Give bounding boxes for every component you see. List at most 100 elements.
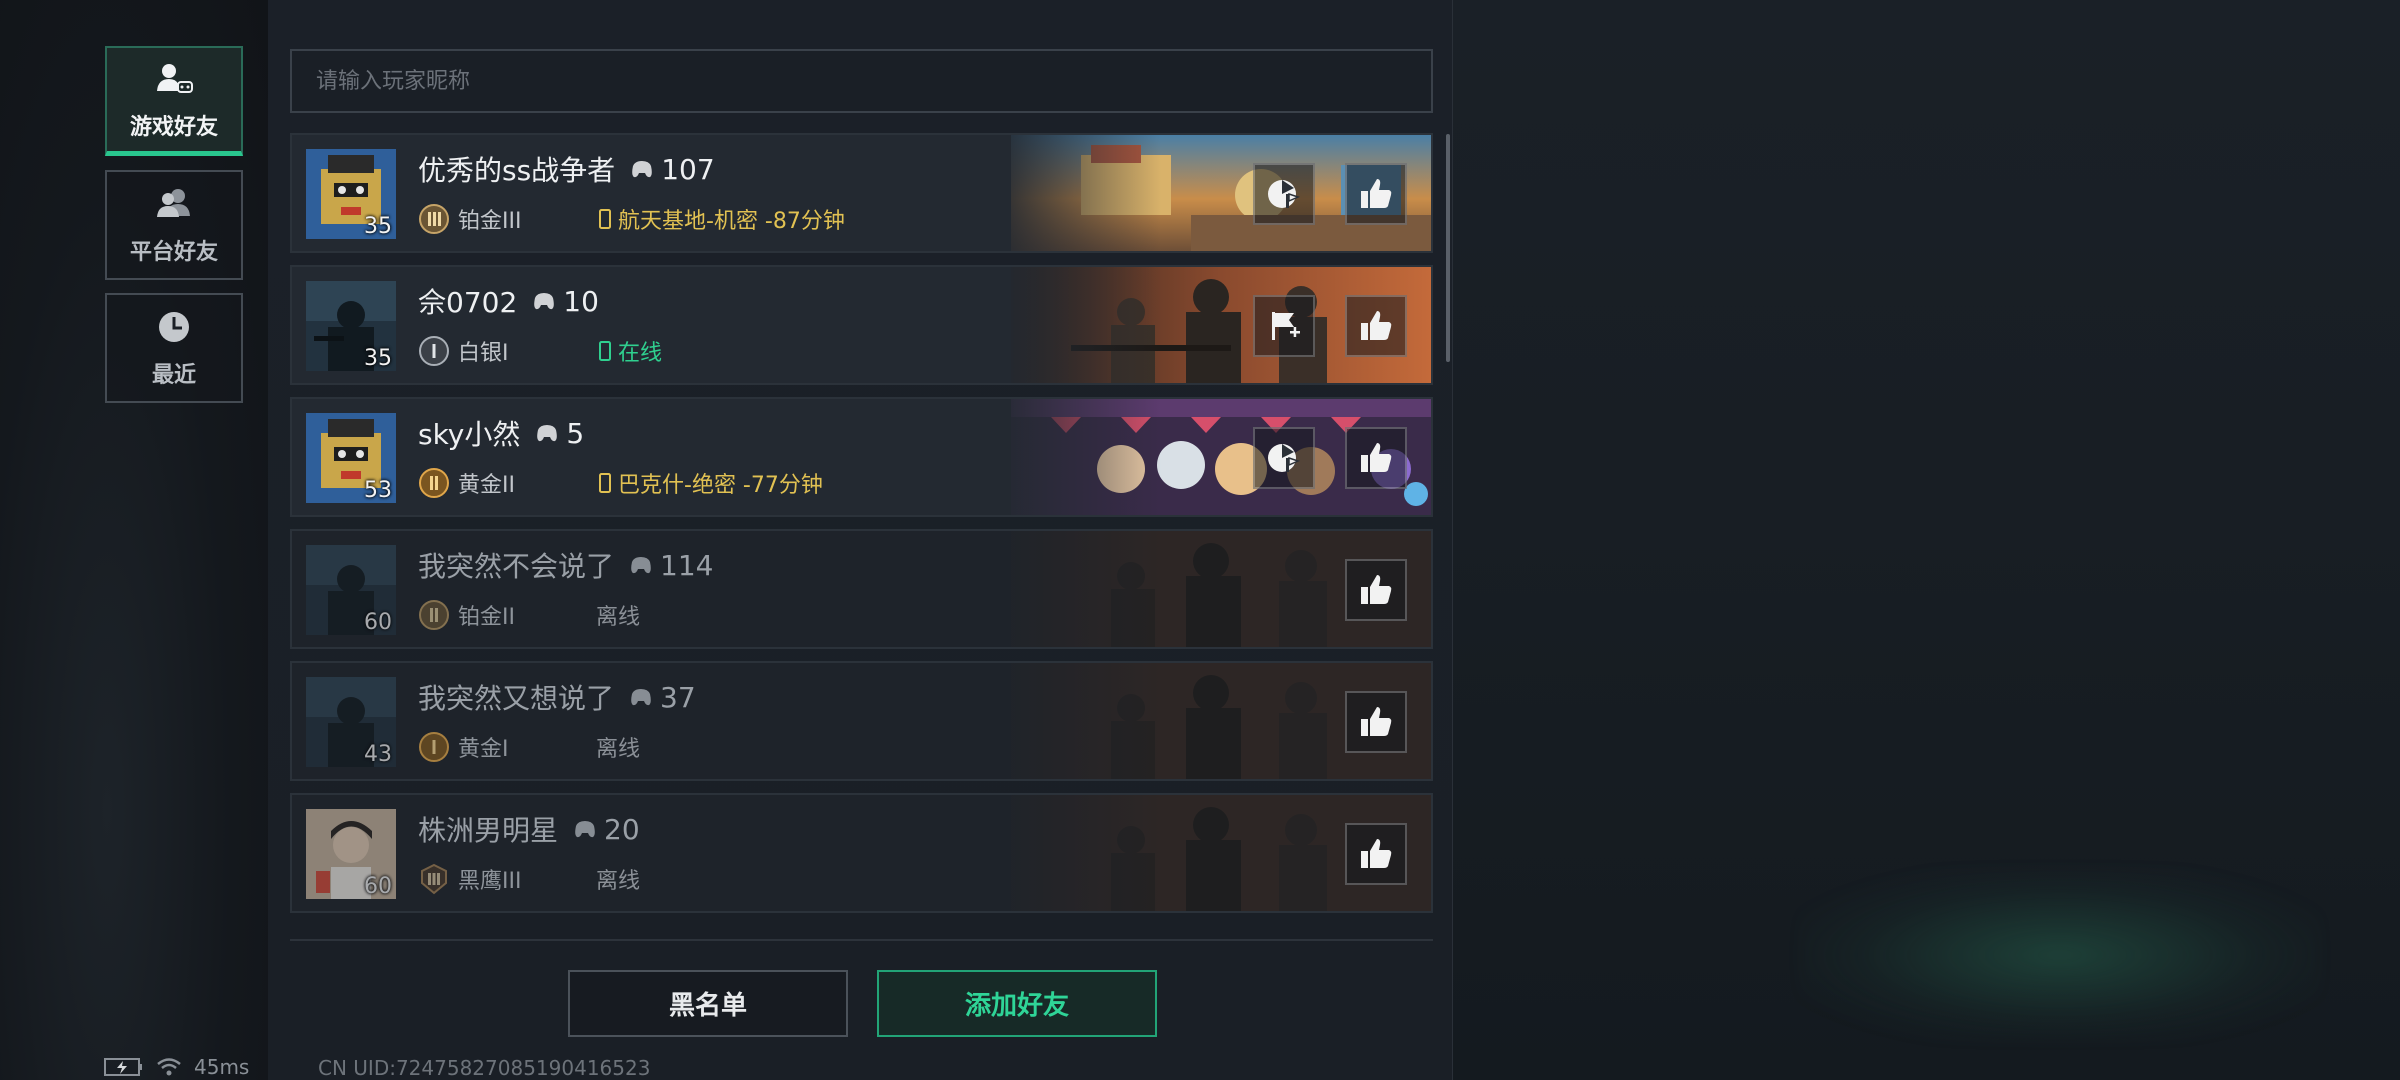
avatar-level: 60 <box>364 874 392 899</box>
banner-fade <box>991 663 1161 779</box>
friend-row[interactable]: 35 优秀的ss战争者 107 铂金III 航天基地-机密 -87分钟 <box>290 133 1433 253</box>
player-status: 离线 <box>596 737 641 762</box>
rank: 白银I <box>418 335 509 367</box>
wifi-icon <box>157 1058 181 1076</box>
like-button[interactable] <box>1345 427 1407 489</box>
player-name: 我突然不会说了 <box>418 550 615 583</box>
player-name: 株洲男明星 <box>418 814 559 847</box>
banner-fade <box>991 135 1161 251</box>
player-status: 离线 <box>596 869 641 894</box>
thumbs-up-icon <box>1361 311 1392 340</box>
player-status: 离线 <box>596 605 641 630</box>
player-name-line: 我突然不会说了 114 <box>418 545 713 585</box>
game-friends-icon <box>154 59 194 99</box>
flag-plus-icon <box>1272 312 1300 340</box>
friend-row[interactable]: 35 佘0702 10 白银I 在线 <box>290 265 1433 385</box>
avatar-level: 35 <box>364 346 392 371</box>
rank-badge-icon <box>419 732 449 762</box>
games-played: 5 <box>534 417 584 450</box>
tab-platform-friends[interactable]: 平台好友 <box>105 170 243 280</box>
like-button[interactable] <box>1345 295 1407 357</box>
gamepad-icon <box>632 161 652 178</box>
rank-badge-icon <box>419 336 449 366</box>
tab-game-friends[interactable]: 游戏好友 <box>105 46 243 156</box>
like-button[interactable] <box>1345 691 1407 753</box>
invite-team-button[interactable] <box>1253 427 1315 489</box>
tab-recent[interactable]: 最近 <box>105 293 243 403</box>
blacklist-button[interactable]: 黑名单 <box>568 970 848 1037</box>
search-box <box>290 49 1433 113</box>
platform-friends-icon <box>154 184 194 224</box>
games-played: 114 <box>628 549 713 582</box>
device-status: 45ms <box>104 1055 249 1079</box>
avatar-level: 43 <box>364 742 392 767</box>
phone-icon <box>599 209 611 229</box>
thumbs-up-icon <box>1361 179 1392 208</box>
gamepad-icon <box>631 557 651 574</box>
friend-row[interactable]: 53 sky小然 5 黄金II 巴克什-绝密 -77分钟 <box>290 397 1433 517</box>
user-uid: CN UID:7247582708519041​6523 <box>318 1056 651 1080</box>
avatar-level: 35 <box>364 214 392 239</box>
avatar: 60 <box>306 809 396 899</box>
games-played: 107 <box>629 153 715 186</box>
banner-fade <box>991 795 1161 911</box>
like-button[interactable] <box>1345 163 1407 225</box>
banner-fade <box>991 531 1161 647</box>
player-name-line: sky小然 5 <box>418 413 584 453</box>
player-name-line: 我突然又想说了 37 <box>418 677 696 717</box>
rank: 黑鹰III <box>418 863 521 895</box>
friend-row[interactable]: 43 我突然又想说了 37 黄金I 离线 <box>290 661 1433 781</box>
gamepad-icon <box>575 821 595 838</box>
add-friend-button[interactable]: 添加好友 <box>877 970 1157 1037</box>
invite-team-button[interactable] <box>1253 295 1315 357</box>
games-played: 37 <box>628 681 696 714</box>
thumbs-up-icon <box>1361 575 1392 604</box>
avatar: 43 <box>306 677 396 767</box>
avatar: 35 <box>306 281 396 371</box>
avatar: 60 <box>306 545 396 635</box>
tab-label: 平台好友 <box>129 240 218 265</box>
friend-row[interactable]: 60 我突然不会说了 114 铂金II 离线 <box>290 529 1433 649</box>
banner-fade <box>991 399 1161 515</box>
thumbs-up-icon <box>1361 707 1392 736</box>
avatar: 35 <box>306 149 396 239</box>
rank: 黄金II <box>418 467 515 499</box>
invite-icon <box>1268 444 1301 472</box>
player-name: sky小然 <box>418 418 521 451</box>
gamepad-icon <box>537 425 558 442</box>
like-button[interactable] <box>1345 823 1407 885</box>
banner-fade <box>991 267 1161 383</box>
battery-charging-icon <box>104 1058 142 1076</box>
clock-icon <box>154 307 194 347</box>
thumbs-up-icon <box>1361 839 1392 868</box>
player-name-line: 株洲男明星 20 <box>418 809 640 849</box>
avatar-level: 60 <box>364 610 392 635</box>
tab-label: 游戏好友 <box>129 114 218 140</box>
friend-row[interactable]: 60 株洲男明星 20 黑鹰III 离线 <box>290 793 1433 913</box>
gamepad-icon <box>534 293 555 310</box>
like-button[interactable] <box>1345 559 1407 621</box>
rank-badge-icon <box>419 204 449 234</box>
rank-badge-icon <box>421 863 447 895</box>
invite-icon <box>1268 180 1301 208</box>
player-name: 优秀的ss战争者 <box>418 154 616 187</box>
player-status: 巴克什-绝密 -77分钟 <box>598 467 823 499</box>
avatar: 53 <box>306 413 396 503</box>
tab-label: 最近 <box>151 363 196 388</box>
phone-icon <box>599 341 611 361</box>
phone-icon <box>599 473 611 493</box>
games-played: 10 <box>531 285 599 318</box>
search-input[interactable] <box>316 68 1431 94</box>
player-status: 在线 <box>598 335 662 367</box>
background-glow <box>1800 870 2320 1040</box>
games-played: 20 <box>572 813 640 846</box>
avatar-level: 53 <box>364 478 392 503</box>
invite-team-button[interactable] <box>1253 163 1315 225</box>
thumbs-up-icon <box>1361 443 1392 472</box>
player-status: 航天基地-机密 -87分钟 <box>598 203 845 235</box>
rank-badge-icon <box>419 600 449 630</box>
player-name: 佘0702 <box>418 286 518 319</box>
ping-label: 45ms <box>194 1055 250 1079</box>
divider <box>290 939 1433 941</box>
list-scrollbar[interactable] <box>1446 134 1450 362</box>
